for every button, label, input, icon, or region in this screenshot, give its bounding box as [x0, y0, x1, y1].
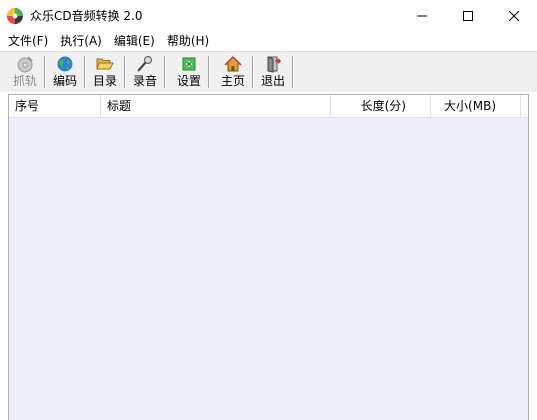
exit-button[interactable]: 退出: [254, 52, 292, 92]
home-icon: [224, 55, 242, 73]
exit-label: 退出: [260, 74, 285, 88]
home-label: 主页: [220, 74, 245, 88]
exit-door-icon: [264, 55, 282, 73]
settings-icon: [180, 55, 198, 73]
window-title: 众乐CD音频转换 2.0: [30, 9, 143, 23]
column-header-size[interactable]: 大小(MB): [431, 95, 521, 118]
maximize-button[interactable]: [445, 0, 491, 31]
home-button[interactable]: 主页: [214, 52, 252, 92]
menu-help[interactable]: 帮助(H): [161, 31, 215, 51]
column-header-index[interactable]: 序号: [9, 95, 101, 118]
close-button[interactable]: [491, 0, 537, 31]
title-bar: 众乐CD音频转换 2.0: [0, 0, 537, 31]
close-icon: [509, 10, 519, 21]
menu-edit[interactable]: 编辑(E): [108, 31, 161, 51]
minimize-button[interactable]: [399, 0, 445, 31]
rip-label: 抓轨: [12, 74, 37, 88]
menu-execute[interactable]: 执行(A): [54, 31, 108, 51]
folder-open-icon: [96, 55, 114, 73]
encode-label: 编码: [52, 74, 77, 88]
column-header-length[interactable]: 长度(分): [331, 95, 431, 118]
list-body[interactable]: [9, 118, 528, 420]
encode-button[interactable]: 编码: [46, 52, 84, 92]
record-button[interactable]: 录音: [126, 52, 164, 92]
directory-label: 目录: [92, 74, 117, 88]
column-header-title[interactable]: 标题: [101, 95, 331, 118]
menu-bar: 文件(F) 执行(A) 编辑(E) 帮助(H): [0, 31, 537, 51]
list-header: 序号 标题 长度(分) 大小(MB): [9, 95, 528, 118]
record-label: 录音: [132, 74, 157, 88]
maximize-icon: [463, 10, 473, 21]
toolbar: 抓轨 编码 目录 录音 设置 主页 退出: [0, 51, 537, 92]
toolbar-separator: [292, 56, 294, 88]
globe-icon: [56, 55, 74, 73]
rip-button[interactable]: 抓轨: [6, 52, 44, 92]
cd-disc-icon: [6, 7, 24, 25]
track-list[interactable]: 序号 标题 长度(分) 大小(MB): [8, 94, 529, 420]
window-controls: [399, 0, 537, 31]
menu-file[interactable]: 文件(F): [2, 31, 54, 51]
cd-rip-icon: [16, 55, 34, 73]
settings-button[interactable]: 设置: [170, 52, 208, 92]
settings-label: 设置: [176, 74, 201, 88]
directory-button[interactable]: 目录: [86, 52, 124, 92]
minimize-icon: [417, 15, 427, 16]
microphone-icon: [136, 55, 154, 73]
